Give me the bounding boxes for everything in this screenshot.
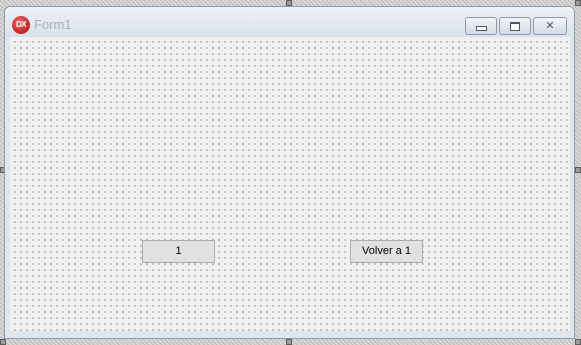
maximize-icon <box>510 21 520 31</box>
window-title: Form1 <box>34 17 72 32</box>
title-bar[interactable]: DX Form1 ✕ <box>5 7 574 37</box>
maximize-button[interactable] <box>499 17 531 35</box>
resize-handle-bottom-left[interactable] <box>0 339 6 345</box>
devexpress-logo-icon: DX <box>12 16 30 34</box>
close-button[interactable]: ✕ <box>533 17 567 35</box>
close-icon: ✕ <box>545 20 555 32</box>
form-client-area[interactable]: 1 Volver a 1 <box>10 37 570 331</box>
resize-handle-bottom[interactable] <box>286 339 292 345</box>
form-window: DX Form1 ✕ 1 Volver a 1 <box>4 6 575 339</box>
resize-handle-right[interactable] <box>575 167 581 173</box>
reset-to-one-button[interactable]: Volver a 1 <box>350 240 423 263</box>
resize-handle-bottom-right[interactable] <box>575 339 581 345</box>
button-one[interactable]: 1 <box>142 240 215 263</box>
minimize-button[interactable] <box>465 17 497 35</box>
minimize-icon <box>475 25 487 31</box>
resize-handle-top-right[interactable] <box>575 0 581 6</box>
